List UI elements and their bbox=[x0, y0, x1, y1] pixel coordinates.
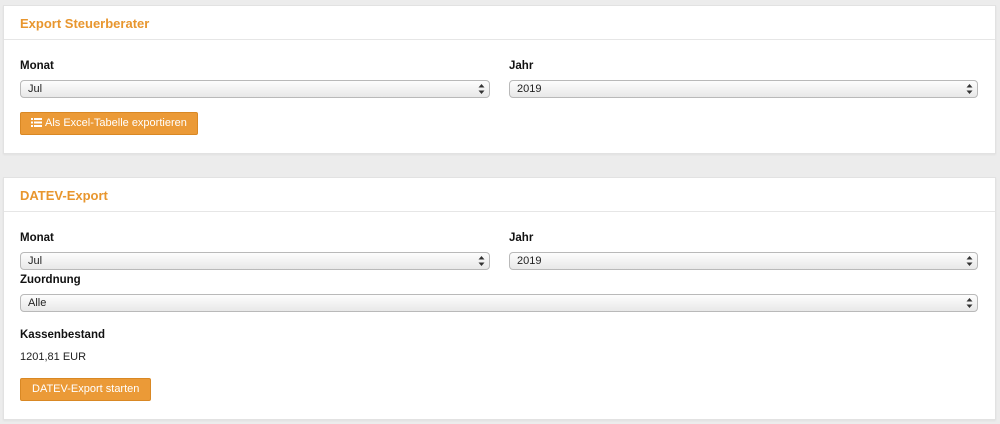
panel-header: Export Steuerberater bbox=[4, 6, 995, 40]
panel-title: Export Steuerberater bbox=[20, 16, 150, 31]
jahr-select-value: 2019 bbox=[517, 83, 542, 95]
datev-export-start-button-label: DATEV-Export starten bbox=[32, 383, 140, 395]
select-arrows-icon bbox=[966, 256, 973, 266]
jahr-select[interactable]: 2019 bbox=[509, 80, 978, 98]
list-icon bbox=[31, 117, 42, 127]
export-steuerberater-panel: Export Steuerberater Monat Jul Jahr 2019… bbox=[3, 5, 996, 154]
monat-label: Monat bbox=[20, 60, 54, 72]
jahr-label: Jahr bbox=[509, 232, 534, 244]
select-arrows-icon bbox=[478, 84, 485, 94]
select-arrows-icon bbox=[966, 298, 973, 308]
monat-select[interactable]: Jul bbox=[20, 252, 490, 270]
excel-export-button-label: Als Excel-Tabelle exportieren bbox=[45, 117, 187, 129]
jahr-select[interactable]: 2019 bbox=[509, 252, 978, 270]
panel-title: DATEV-Export bbox=[20, 188, 108, 203]
zuordnung-select[interactable]: Alle bbox=[20, 294, 978, 312]
zuordnung-label: Zuordnung bbox=[20, 274, 81, 286]
monat-select-value: Jul bbox=[28, 255, 43, 267]
monat-label: Monat bbox=[20, 232, 54, 244]
select-arrows-icon bbox=[478, 256, 485, 266]
jahr-select-value: 2019 bbox=[517, 255, 542, 267]
jahr-label: Jahr bbox=[509, 60, 534, 72]
kassenbestand-value: 1201,81 EUR bbox=[20, 351, 87, 363]
datev-export-start-button[interactable]: DATEV-Export starten bbox=[20, 378, 152, 401]
excel-export-button[interactable]: Als Excel-Tabelle exportieren bbox=[20, 112, 198, 135]
kassenbestand-label: Kassenbestand bbox=[20, 329, 106, 341]
select-arrows-icon bbox=[966, 84, 973, 94]
datev-export-panel: DATEV-Export Monat Jul Jahr 2019 Zuordnu… bbox=[3, 177, 996, 420]
monat-select[interactable]: Jul bbox=[20, 80, 490, 98]
monat-select-value: Jul bbox=[28, 83, 43, 95]
panel-header: DATEV-Export bbox=[4, 178, 995, 212]
zuordnung-select-value: Alle bbox=[28, 297, 47, 309]
